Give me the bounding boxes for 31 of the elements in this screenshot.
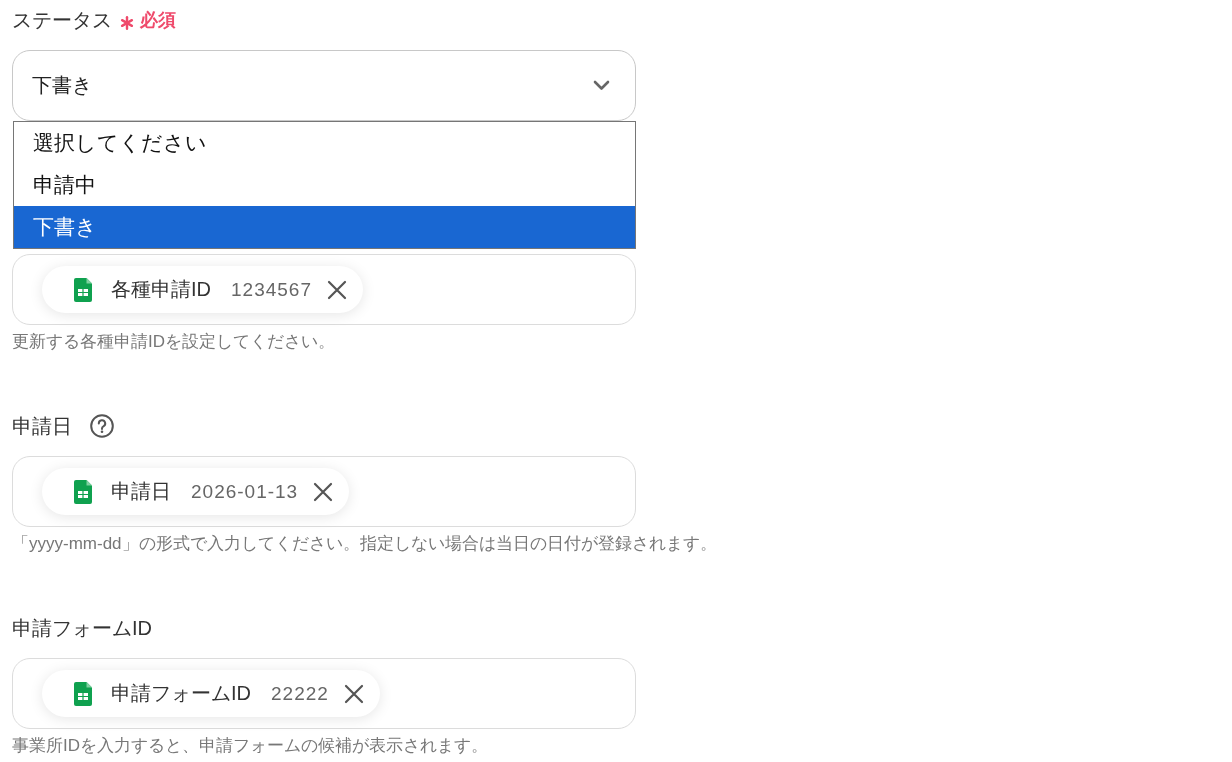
token-field[interactable]: 各種申請ID 1234567 [12, 254, 636, 325]
spreadsheet-icon [74, 277, 92, 302]
variable-value: 1234567 [231, 278, 312, 301]
status-select[interactable]: 下書き [12, 50, 636, 121]
remove-button[interactable] [326, 279, 347, 300]
spreadsheet-icon [74, 479, 92, 504]
close-icon [313, 481, 334, 502]
remove-button[interactable] [343, 683, 364, 704]
help-text: 更新する各種申請IDを設定してください。 [12, 332, 335, 352]
dropdown-option[interactable]: 下書き [14, 206, 635, 248]
close-icon [326, 279, 347, 300]
remove-button[interactable] [313, 481, 334, 502]
variable-name: 申請フォームID [111, 681, 251, 706]
variable-name: 各種申請ID [111, 277, 211, 302]
token-field[interactable]: 申請フォームID 22222 [12, 658, 636, 729]
chevron-down-icon [593, 80, 610, 91]
help-text: 「yyyy-mm-dd」の形式で入力してください。指定しない場合は当日の日付が登録されます。 [12, 534, 717, 554]
field-label: 申請日 [12, 413, 72, 439]
variable-name: 申請日 [111, 479, 171, 504]
field-label: 申請フォームID [12, 615, 152, 641]
field-label: ステータス [12, 7, 112, 33]
dropdown-option[interactable]: 選択してください [14, 122, 635, 164]
spreadsheet-icon [74, 681, 92, 706]
dropdown-option[interactable]: 申請中 [14, 164, 635, 206]
token-field[interactable]: 申請日 2026-01-13 [12, 456, 636, 527]
help-text: 事業所IDを入力すると、申請フォームの候補が表示されます。 [12, 736, 488, 756]
variable-value: 2026-01-13 [191, 480, 299, 503]
help-icon[interactable] [90, 414, 114, 438]
variable-value: 22222 [271, 682, 329, 705]
close-icon [343, 683, 364, 704]
required-label: 必須 [140, 9, 176, 32]
